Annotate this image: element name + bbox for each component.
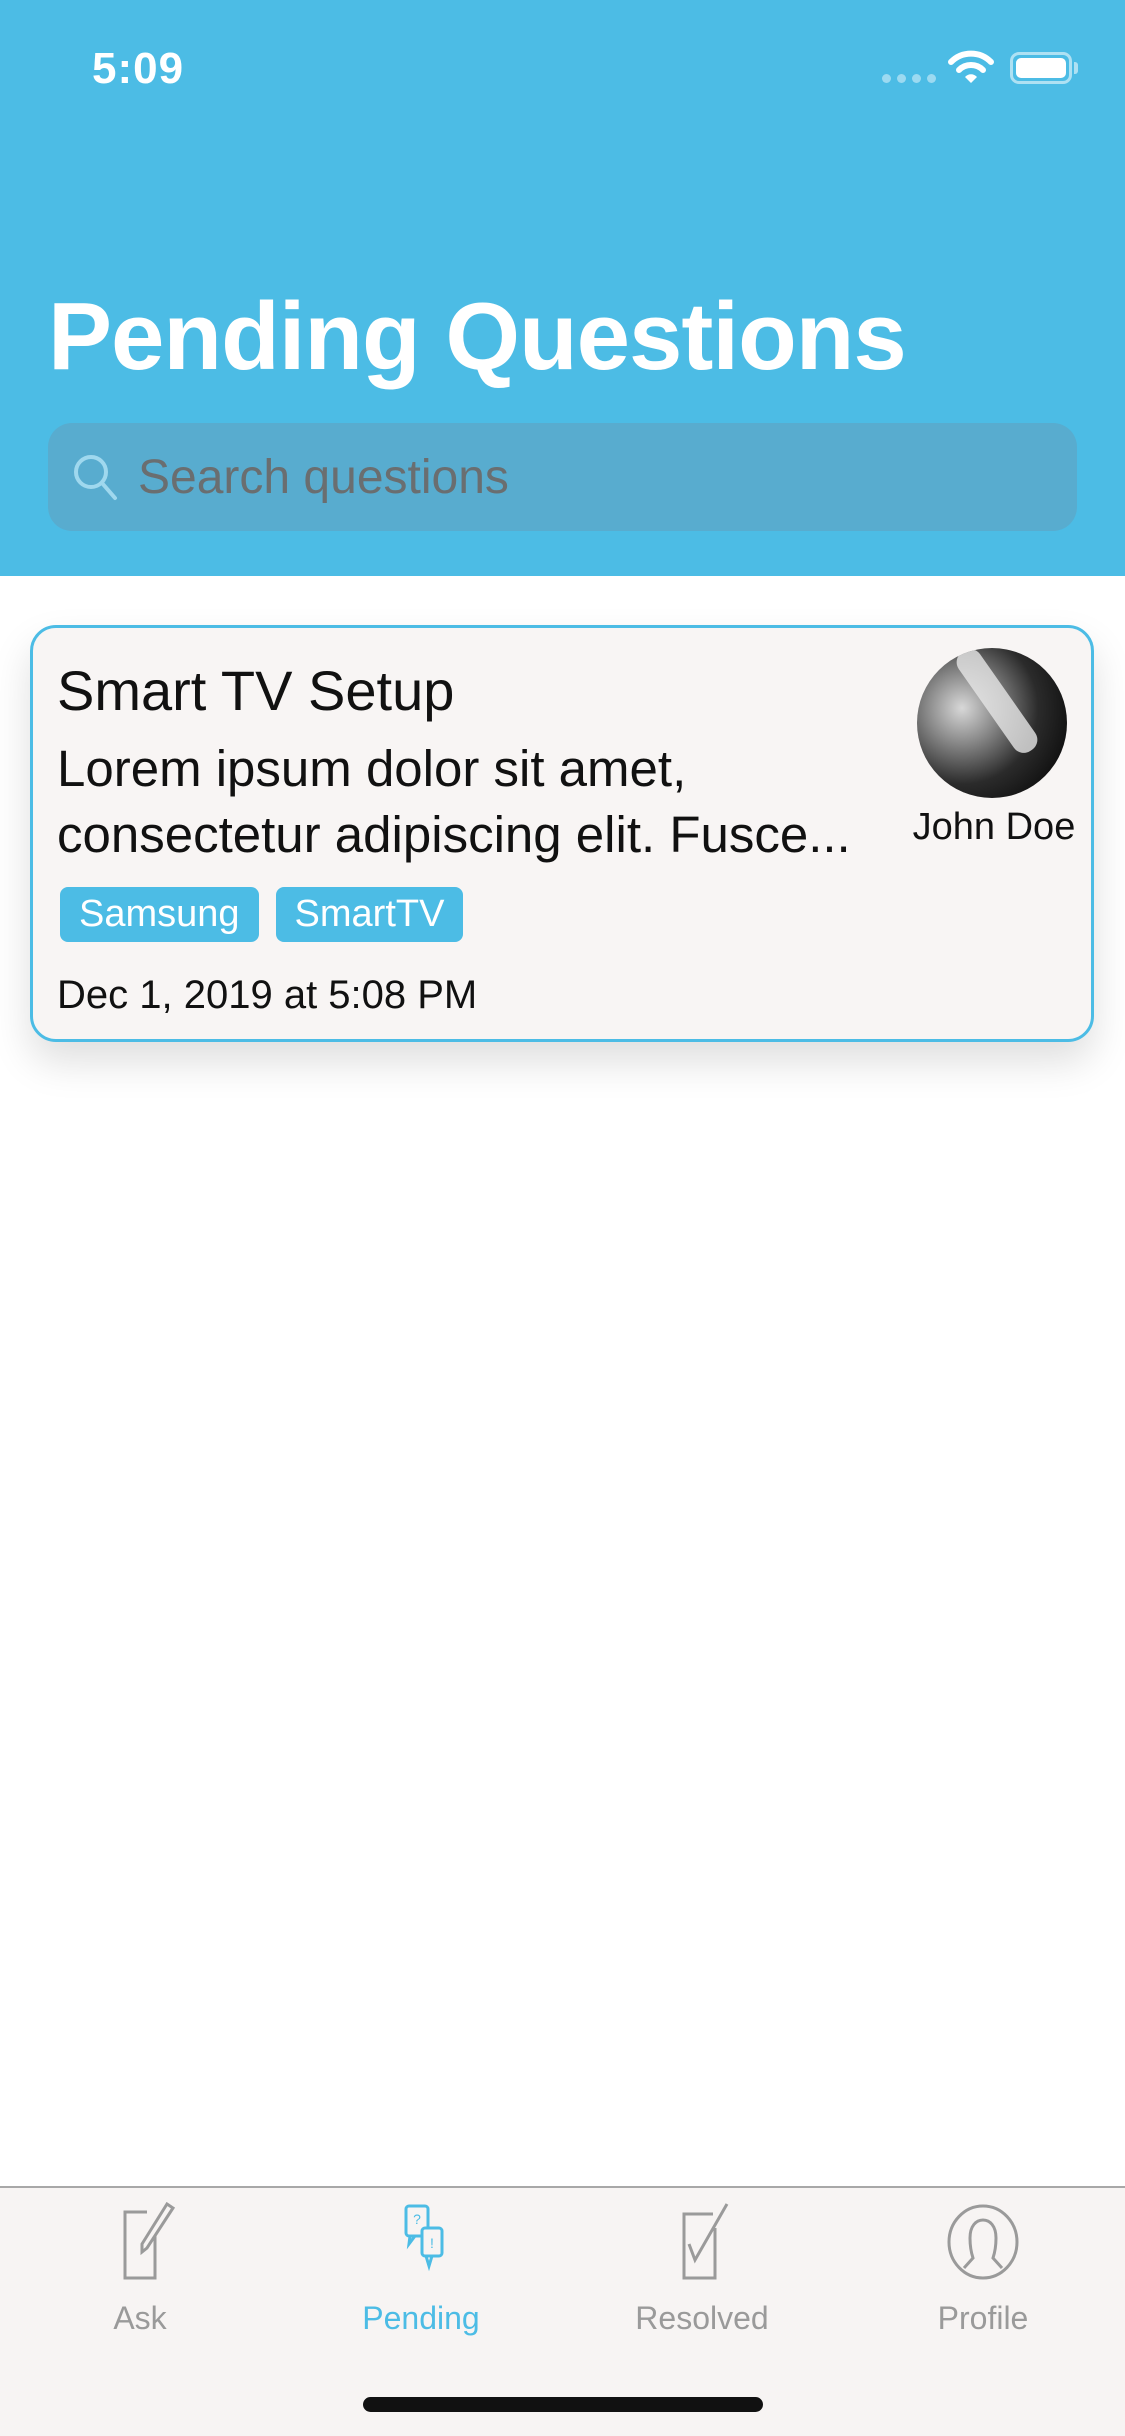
tab-resolved[interactable]: Resolved (602, 2202, 802, 2337)
cellular-signal-icon (882, 74, 936, 83)
search-input[interactable] (138, 423, 1038, 531)
compose-icon (123, 2202, 176, 2280)
page-title: Pending Questions (48, 283, 907, 390)
wifi-icon (948, 50, 994, 83)
tag-list: Samsung SmartTV (60, 887, 464, 942)
question-preview: Lorem ipsum dolor sit amet, consectetur … (57, 740, 851, 863)
author-name: John Doe (912, 806, 1076, 848)
svg-text:!: ! (430, 2235, 434, 2251)
tab-profile[interactable]: Profile (883, 2202, 1083, 2337)
question-title: Smart TV Setup (57, 659, 455, 722)
search-bar[interactable] (48, 423, 1077, 531)
question-date: Dec 1, 2019 at 5:08 PM (57, 973, 478, 1017)
tab-label: Pending (362, 2300, 480, 2336)
header: 5:09 Pending Questions (0, 0, 1125, 576)
status-time: 5:09 (92, 44, 185, 93)
checkbox-icon (682, 2203, 729, 2280)
chat-question-icon: ? ! (404, 2204, 444, 2272)
battery-nub (1074, 62, 1078, 74)
tag[interactable]: SmartTV (275, 887, 464, 942)
avatar (917, 648, 1067, 798)
tag[interactable]: Samsung (60, 887, 259, 942)
search-icon (74, 455, 117, 500)
tab-pending[interactable]: ? ! Pending (321, 2202, 521, 2337)
home-indicator[interactable] (363, 2397, 763, 2412)
battery-icon (1010, 52, 1072, 84)
tab-ask[interactable]: Ask (40, 2202, 240, 2337)
tab-label: Ask (113, 2300, 167, 2336)
tab-label: Resolved (635, 2300, 769, 2336)
tab-label: Profile (937, 2300, 1029, 2336)
svg-text:?: ? (413, 2211, 421, 2227)
profile-icon (947, 2204, 1019, 2280)
question-card[interactable]: Smart TV Setup Lorem ipsum dolor sit ame… (30, 625, 1094, 1042)
